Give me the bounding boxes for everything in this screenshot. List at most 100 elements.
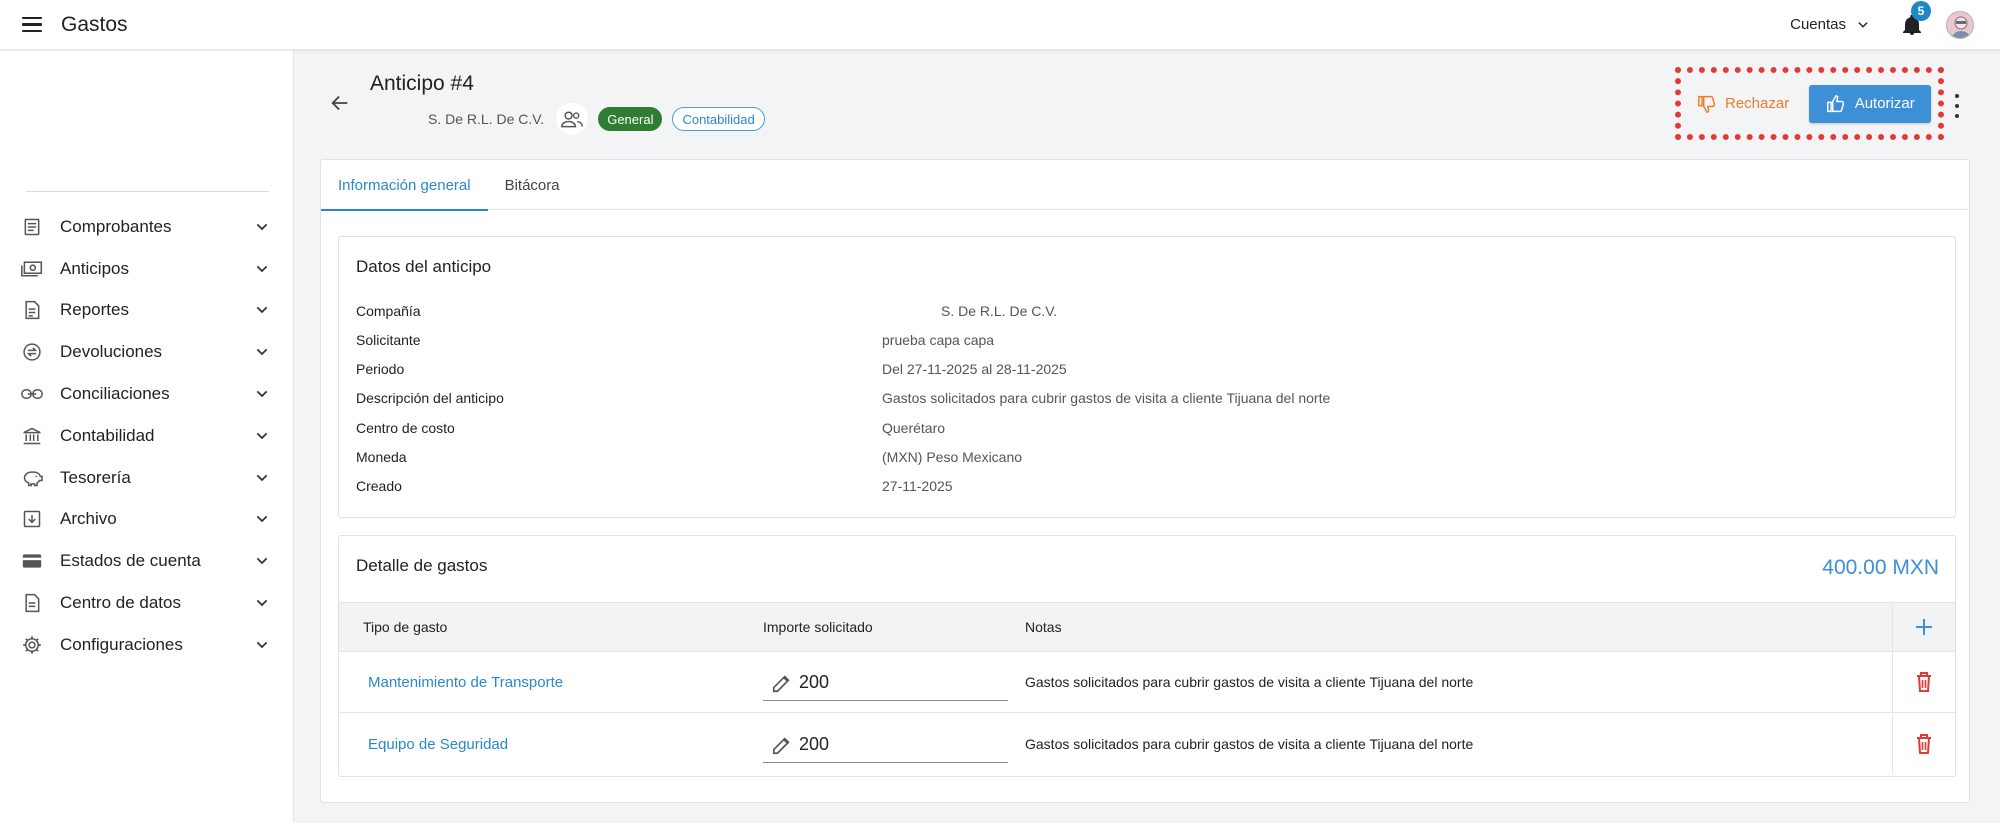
pencil-icon xyxy=(772,674,790,692)
accounts-dropdown[interactable]: Cuentas xyxy=(1790,16,1870,33)
expense-type-link[interactable]: Mantenimiento de Transporte xyxy=(368,674,563,691)
table-row: Mantenimiento de Transporte 200 Gastos s… xyxy=(339,652,1955,713)
sidebar-item-reportes[interactable]: Reportes xyxy=(0,290,294,332)
column-header: Tipo de gasto xyxy=(363,619,448,635)
sidebar-item-contabilidad[interactable]: Contabilidad xyxy=(0,415,294,457)
top-app-bar: Gastos Cuentas 5 xyxy=(0,0,2000,50)
status-badge-general: General xyxy=(598,107,663,131)
chevron-down-icon xyxy=(256,223,268,231)
table-row: Equipo de Seguridad 200 Gastos solicitad… xyxy=(339,714,1955,775)
expense-detail-panel: Detalle de gastos 400.00 MXN Tipo de gas… xyxy=(338,535,1956,777)
notifications-button[interactable]: 5 xyxy=(1900,0,1931,37)
info-value: Del 27-11-2025 al 28-11-2025 xyxy=(882,361,1067,377)
amount-value: 200 xyxy=(799,672,830,692)
refund-icon xyxy=(21,341,43,363)
details-card: Información general Bitácora Datos del a… xyxy=(320,159,1970,803)
action-buttons-highlight: Rechazar Autorizar xyxy=(1675,67,1944,140)
chevron-down-icon xyxy=(1858,21,1868,28)
cash-icon xyxy=(21,258,43,280)
info-value: S. De R.L. De C.V. xyxy=(941,303,1058,319)
bank-icon xyxy=(21,425,43,447)
sidebar: Comprobantes Anticipos Reportes Devoluci… xyxy=(0,50,294,823)
info-label: Creado xyxy=(356,478,402,494)
info-label: Moneda xyxy=(356,449,407,465)
authorize-button[interactable]: Autorizar xyxy=(1809,84,1932,123)
receipt-icon xyxy=(21,216,43,238)
pencil-icon xyxy=(772,736,790,754)
sidebar-item-label: Anticipos xyxy=(60,258,129,278)
back-arrow-icon[interactable] xyxy=(329,92,351,114)
sidebar-item-label: Centro de datos xyxy=(60,593,181,613)
sidebar-item-label: Comprobantes xyxy=(60,216,172,236)
chevron-down-icon xyxy=(256,599,268,607)
sidebar-item-label: Tesorería xyxy=(60,467,131,487)
expense-notes: Gastos solicitados para cubrir gastos de… xyxy=(1025,674,1474,690)
sidebar-item-conciliaciones[interactable]: Conciliaciones xyxy=(0,373,294,415)
amount-input[interactable]: 200 xyxy=(763,665,1008,701)
thumbs-down-icon xyxy=(1698,95,1716,113)
delete-button[interactable] xyxy=(1892,652,1955,712)
sidebar-item-archivo[interactable]: Archivo xyxy=(0,499,294,541)
expense-notes: Gastos solicitados para cubrir gastos de… xyxy=(1025,736,1474,752)
chevron-down-icon xyxy=(256,432,268,440)
table-header: Tipo de gasto Importe solicitado Notas xyxy=(339,602,1955,652)
chevron-down-icon xyxy=(256,557,268,565)
people-icon[interactable] xyxy=(556,103,589,135)
info-value: prueba capa capa xyxy=(882,332,995,348)
chevron-down-icon xyxy=(256,307,268,314)
trash-icon xyxy=(1917,672,1931,692)
tab-informacion-general[interactable]: Información general xyxy=(321,160,488,211)
user-avatar-icon xyxy=(1951,16,1971,38)
trash-icon xyxy=(1917,734,1931,754)
sidebar-item-tesoreria[interactable]: Tesorería xyxy=(0,457,294,499)
authorize-label: Autorizar xyxy=(1854,95,1915,112)
card-icon xyxy=(21,550,43,572)
archive-icon xyxy=(21,508,43,530)
sidebar-item-label: Estados de cuenta xyxy=(60,551,201,571)
status-badge-contabilidad: Contabilidad xyxy=(672,107,765,131)
sidebar-item-label: Devoluciones xyxy=(60,342,163,362)
hamburger-menu-icon[interactable] xyxy=(22,13,46,37)
main-content: Anticipo #4 S. De R.L. De C.V. General C… xyxy=(295,50,2000,823)
report-icon xyxy=(21,299,43,321)
sidebar-divider xyxy=(26,191,269,192)
info-label: Descripción del anticipo xyxy=(356,390,504,406)
advance-data-panel: Datos del anticipo Compañía S. De R.L. D… xyxy=(338,236,1956,518)
sidebar-item-estados-de-cuenta[interactable]: Estados de cuenta xyxy=(0,540,294,582)
chevron-down-icon xyxy=(256,349,268,356)
add-expense-button[interactable] xyxy=(1892,603,1955,651)
sidebar-item-configuraciones[interactable]: Configuraciones xyxy=(0,624,294,666)
chevron-down-icon xyxy=(256,390,268,398)
sidebar-item-label: Configuraciones xyxy=(60,634,183,654)
column-header: Importe solicitado xyxy=(763,619,873,635)
more-vert-icon[interactable] xyxy=(1953,94,1961,118)
sidebar-item-label: Contabilidad xyxy=(60,425,155,445)
sidebar-item-anticipos[interactable]: Anticipos xyxy=(0,248,294,290)
avatar[interactable] xyxy=(1946,10,1974,39)
info-value: (MXN) Peso Mexicano xyxy=(882,449,1023,465)
link-icon xyxy=(21,383,43,405)
chevron-down-icon xyxy=(256,474,268,481)
expense-detail-title: Detalle de gastos xyxy=(356,556,488,575)
info-label: Compañía xyxy=(356,303,421,319)
delete-button[interactable] xyxy=(1892,714,1955,774)
tab-bar: Información general Bitácora xyxy=(321,160,1969,211)
sidebar-item-devoluciones[interactable]: Devoluciones xyxy=(0,331,294,373)
expense-type-link[interactable]: Equipo de Seguridad xyxy=(368,736,508,753)
reject-label: Rechazar xyxy=(1725,95,1790,112)
notification-badge: 5 xyxy=(1911,0,1931,21)
header-subrow: S. De R.L. De C.V. General Contabilidad xyxy=(428,103,765,135)
piggy-bank-icon xyxy=(21,467,43,489)
chevron-down-icon xyxy=(256,516,268,523)
sidebar-item-label: Archivo xyxy=(60,509,117,529)
tab-bitacora[interactable]: Bitácora xyxy=(488,160,577,210)
reject-button[interactable]: Rechazar xyxy=(1691,85,1795,123)
info-value: Querétaro xyxy=(882,420,946,436)
amount-input[interactable]: 200 xyxy=(763,727,1008,763)
plus-icon xyxy=(1916,619,1932,635)
column-header: Notas xyxy=(1025,619,1062,635)
sidebar-item-comprobantes[interactable]: Comprobantes xyxy=(0,206,294,248)
sidebar-nav: Comprobantes Anticipos Reportes Devoluci… xyxy=(0,206,294,666)
sidebar-item-centro-de-datos[interactable]: Centro de datos xyxy=(0,582,294,624)
info-value: 27-11-2025 xyxy=(882,478,953,494)
